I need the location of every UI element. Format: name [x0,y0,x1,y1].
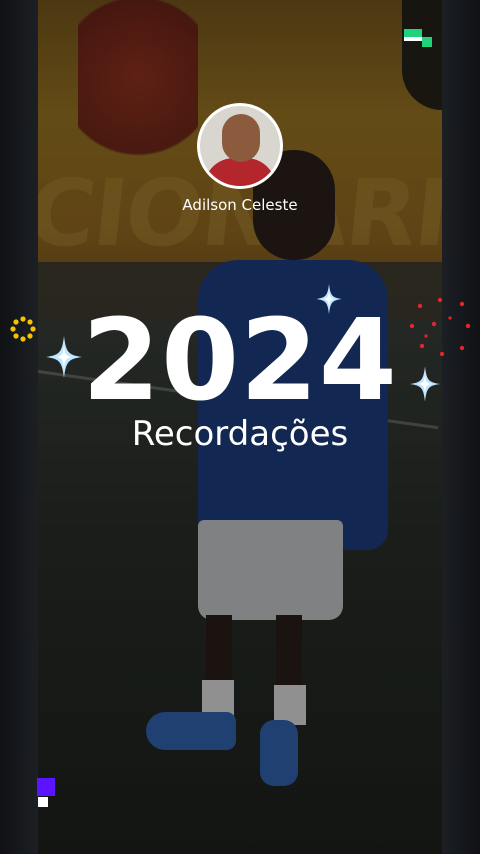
glitch-pixel-white [404,37,422,41]
story-year-title: 2024 [82,296,398,426]
glitch-pixel-green [422,37,432,47]
left-blur-margin [0,0,38,854]
sparkle-icon [410,366,440,402]
story-screen[interactable]: CIONARIOS Adilson Celeste 2024 Recordaçõ… [0,0,480,854]
red-dots-decoration [409,297,471,357]
glitch-pixel-purple [37,778,55,796]
avatar-photo [200,106,280,186]
profile-avatar[interactable] [197,103,283,189]
sparkle-icon [316,284,342,314]
glitch-pixel-white [38,797,48,807]
profile-name[interactable]: Adilson Celeste [140,196,340,214]
right-blur-margin [442,0,480,854]
dotted-ring-icon [10,316,36,342]
glitch-pixel-green [404,29,422,37]
story-subtitle: Recordações [131,414,349,454]
sparkle-icon [46,336,82,378]
